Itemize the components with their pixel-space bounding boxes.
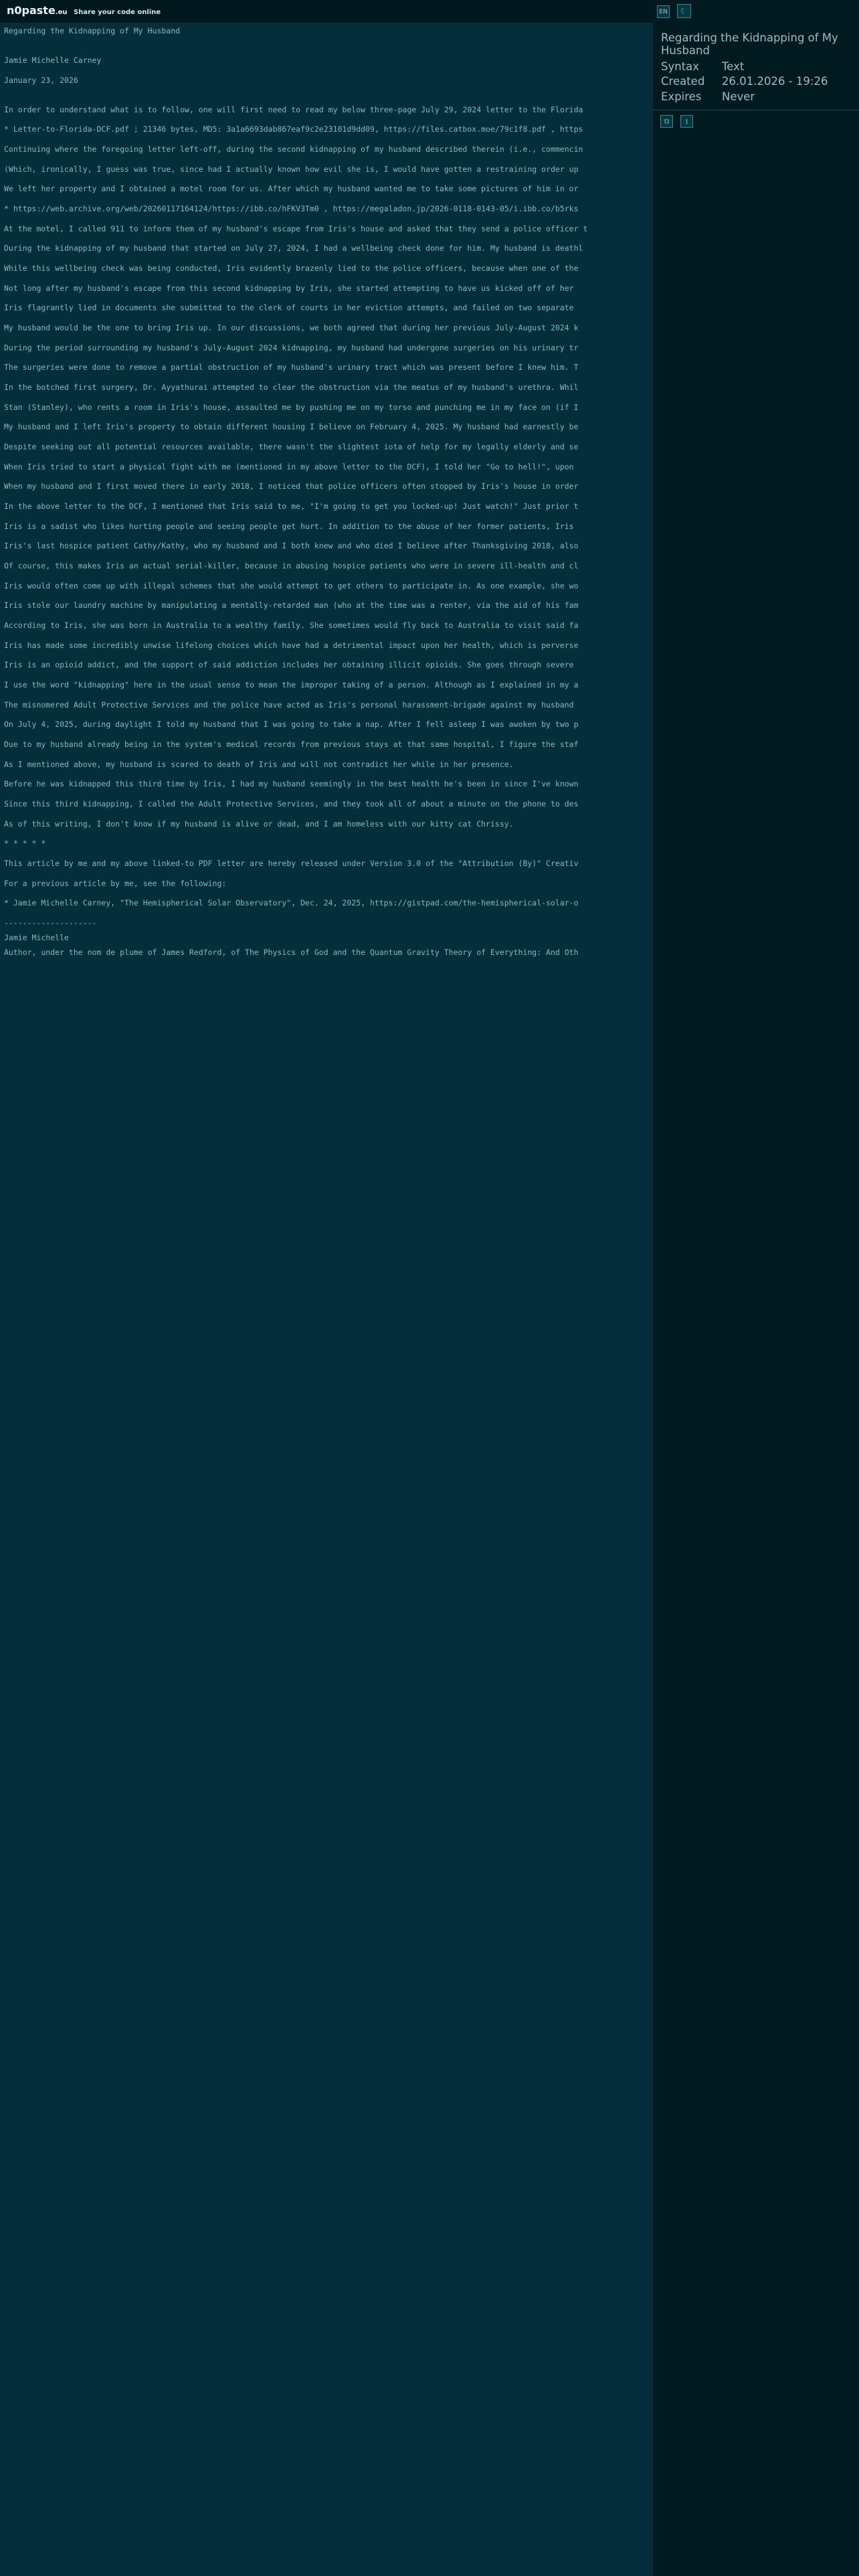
paste-line: During the period surrounding my husband…: [4, 343, 579, 352]
moon-icon: ☾: [680, 7, 687, 15]
site-tagline: Share your code online: [74, 9, 161, 16]
download-button[interactable]: ⭳: [680, 115, 693, 128]
paste-line: Iris is an opioid addict, and the suppor…: [4, 660, 574, 669]
syntax-value: Text: [722, 60, 745, 73]
paste-line: Iris has made some incredibly unwise lif…: [4, 641, 579, 650]
paste-line: My husband and I left Iris's property to…: [4, 422, 579, 431]
paste-line: Due to my husband already being in the s…: [4, 740, 579, 749]
paste-line: --------------------: [4, 918, 97, 928]
paste-line: On July 4, 2025, during daylight I told …: [4, 720, 579, 729]
paste-line: Iris's last hospice patient Cathy/Kathy,…: [4, 541, 579, 550]
paste-line: In the botched first surgery, Dr. Ayyath…: [4, 383, 579, 392]
paste-line: Regarding the Kidnapping of My Husband: [4, 26, 181, 35]
theme-toggle-button[interactable]: ☾: [677, 4, 691, 18]
paste-line: This article by me and my above linked-t…: [4, 859, 579, 868]
paste-line: I use the word "kidnapping" here in the …: [4, 680, 579, 689]
paste-line: During the kidnapping of my husband that…: [4, 243, 583, 253]
paste-line: * * * * *: [4, 839, 46, 848]
paste-line: Iris would often come up with illegal sc…: [4, 581, 579, 591]
paste-line: Iris is a sadist who likes hurting peopl…: [4, 522, 574, 531]
paste-line: The surgeries were done to remove a part…: [4, 362, 579, 372]
site-logo[interactable]: n0paste.eu: [7, 4, 68, 17]
paste-title: Regarding the Kidnapping of My Husband: [661, 31, 838, 57]
download-icon: ⭳: [685, 117, 688, 126]
paste-line: At the motel, I called 911 to inform the…: [4, 224, 588, 233]
paste-line: As I mentioned above, my husband is scar…: [4, 760, 514, 769]
paste-content: Regarding the Kidnapping of My Husband Ja…: [0, 23, 653, 2576]
paste-line: * https://web.archive.org/web/2026011716…: [4, 204, 579, 213]
paste-line: In the above letter to the DCF, I mentio…: [4, 502, 579, 511]
paste-line: We left her property and I obtained a mo…: [4, 184, 579, 193]
paste-line: According to Iris, she was born in Austr…: [4, 621, 579, 630]
paste-line: Author, under the nom de plume of James …: [4, 948, 579, 957]
top-bar: n0paste.eu Share your code online: [0, 0, 653, 23]
paste-line: Iris stole our laundry machine by manipu…: [4, 601, 579, 610]
paste-line: Jamie Michelle: [4, 933, 69, 942]
paste-line: Continuing where the foregoing letter le…: [4, 144, 583, 154]
paste-line: (Which, ironically, I guess was true, si…: [4, 165, 579, 174]
paste-line: * Letter-to-Florida-DCF.pdf ; 21346 byte…: [4, 124, 583, 134]
paste-line: As of this writing, I don't know if my h…: [4, 819, 514, 829]
created-label: Created: [661, 75, 705, 88]
expires-label: Expires: [661, 90, 702, 103]
paste-line: The misnomered Adult Protective Services…: [4, 700, 574, 710]
paste-line: Before he was kidnapped this third time …: [4, 779, 579, 788]
copy-button[interactable]: ⧉: [660, 115, 673, 128]
expires-value: Never: [722, 90, 755, 103]
paste-line: Not long after my husband's escape from …: [4, 284, 574, 293]
paste-line: January 23, 2026: [4, 76, 78, 85]
paste-line: * Jamie Michelle Carney, "The Hemispheri…: [4, 898, 579, 907]
paste-line: For a previous article by me, see the fo…: [4, 879, 227, 888]
paste-line: In order to understand what is to follow…: [4, 105, 583, 114]
paste-line: Since this third kidnapping, I called th…: [4, 799, 579, 809]
syntax-label: Syntax: [661, 60, 700, 73]
paste-line: When Iris tried to start a physical figh…: [4, 462, 574, 471]
paste-line: Iris flagrantly lied in documents she su…: [4, 303, 574, 312]
paste-line: My husband would be the one to bring Iri…: [4, 323, 579, 332]
sidebar: [653, 0, 859, 2576]
copy-icon: ⧉: [664, 117, 670, 126]
paste-line: Of course, this makes Iris an actual ser…: [4, 561, 579, 570]
created-value: 26.01.2026 - 19:26: [722, 75, 828, 88]
paste-line: Despite seeking out all potential resour…: [4, 442, 579, 451]
paste-line: Jamie Michelle Carney: [4, 56, 102, 65]
paste-line: When my husband and I first moved there …: [4, 481, 579, 491]
language-button[interactable]: EN: [657, 5, 670, 18]
paste-line: While this wellbeing check was being con…: [4, 263, 579, 273]
paste-line: Stan (Stanley), who rents a room in Iris…: [4, 403, 579, 412]
